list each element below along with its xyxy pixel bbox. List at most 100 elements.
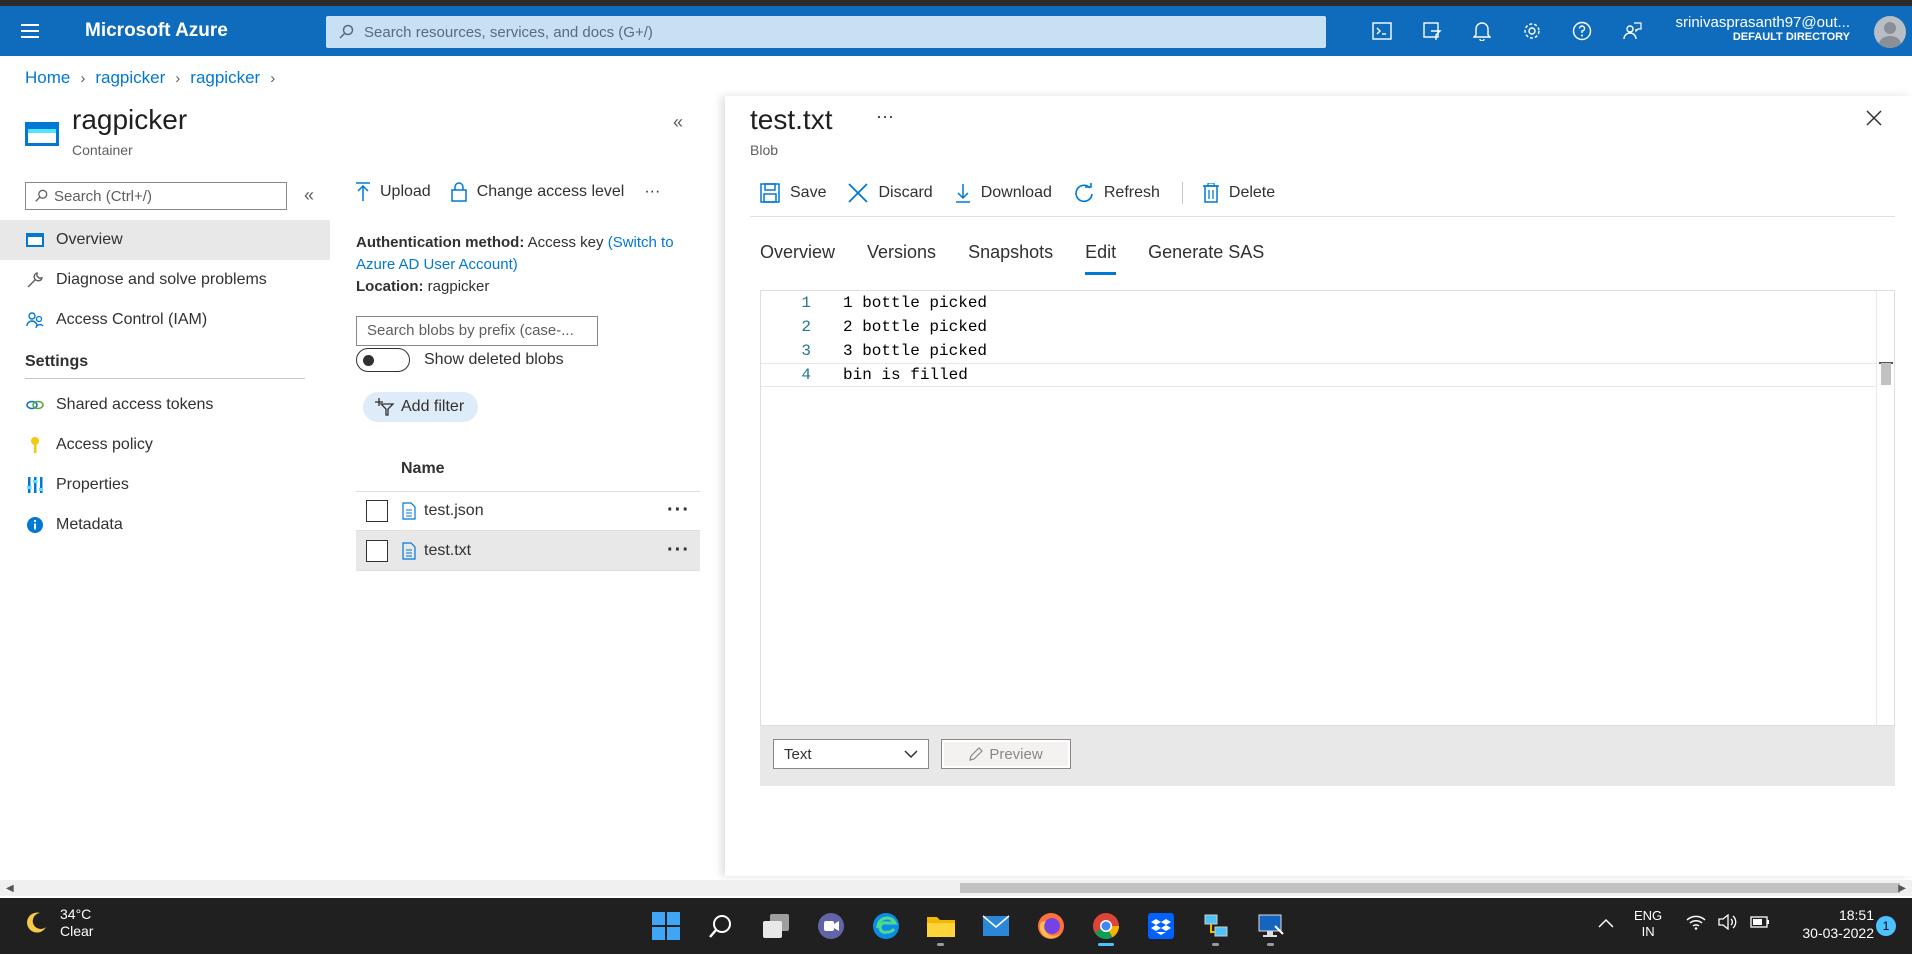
account-info[interactable]: srinivasprasanth97@out... DEFAULT DIRECT… (1676, 14, 1851, 44)
row-more-icon[interactable]: ··· (667, 539, 690, 562)
scrollbar-thumb[interactable] (1881, 363, 1891, 385)
menu-icon[interactable] (0, 6, 60, 56)
properties-icon (24, 474, 46, 496)
row-name[interactable]: test.txt (424, 542, 471, 560)
editor-line: 3 3 bottle picked (761, 339, 1876, 363)
show-deleted-toggle[interactable] (356, 348, 410, 372)
more-commands-button[interactable]: ··· (644, 183, 660, 201)
system-clock[interactable]: 18:51 30-03-2022 (1788, 906, 1874, 942)
firefox-button[interactable] (1023, 906, 1078, 946)
dropbox-icon (1147, 913, 1174, 939)
trash-icon (1202, 183, 1219, 203)
close-icon[interactable] (1866, 110, 1882, 129)
edge-button[interactable] (858, 906, 913, 946)
search-icon (708, 915, 731, 938)
scrollbar-thumb[interactable] (960, 883, 1900, 893)
blob-prefix-search-input[interactable]: Search blobs by prefix (case-... (356, 316, 598, 346)
chevron-up-icon[interactable] (1598, 916, 1614, 931)
help-icon[interactable] (1557, 6, 1607, 56)
editor-text-area[interactable]: 1 1 bottle picked 2 2 bottle picked 3 3 bot… (761, 291, 1876, 725)
file-icon (402, 501, 416, 520)
azure-top-bar: Microsoft Azure Search resources, servic… (0, 6, 1912, 56)
language-select[interactable]: Text (773, 739, 929, 769)
remote-desktop-button[interactable] (1243, 906, 1298, 946)
location-label: Location: (356, 278, 424, 295)
file-explorer-button[interactable] (913, 906, 968, 946)
scroll-right-icon[interactable]: ▶ (1898, 883, 1906, 894)
tab-snapshots[interactable]: Snapshots (968, 242, 1053, 275)
refresh-button[interactable]: Refresh (1074, 183, 1160, 203)
nav-item-label: Shared access tokens (56, 396, 214, 413)
taskbar-apps (638, 906, 1298, 946)
table-row[interactable]: test.json ··· (356, 491, 700, 531)
line-text: 1 bottle picked (843, 294, 988, 312)
notifications-icon[interactable] (1457, 6, 1507, 56)
nav-item-overview[interactable]: Overview (0, 220, 330, 260)
tab-generate-sas[interactable]: Generate SAS (1148, 242, 1264, 275)
nav-item-metadata[interactable]: Metadata (0, 505, 330, 545)
nav-item-iam[interactable]: Access Control (IAM) (0, 300, 330, 340)
row-checkbox[interactable] (366, 499, 388, 522)
blob-more-icon[interactable]: ··· (876, 106, 894, 127)
teams-chat-button[interactable] (803, 906, 858, 946)
network-app-button[interactable] (1188, 906, 1243, 946)
weather-widget[interactable]: 34°C Clear (24, 906, 93, 940)
breadcrumb-storage-account[interactable]: ragpicker (95, 68, 165, 88)
table-row[interactable]: test.txt ··· (356, 531, 700, 571)
edge-browser-icon (872, 913, 899, 939)
column-header-name[interactable]: Name (401, 460, 445, 478)
download-button[interactable]: Download (955, 183, 1052, 203)
brand-title[interactable]: Microsoft Azure (85, 20, 325, 42)
upload-button[interactable]: Upload (356, 182, 431, 202)
dropbox-button[interactable] (1133, 906, 1188, 946)
preview-button[interactable]: Preview (941, 739, 1071, 769)
delete-button[interactable]: Delete (1202, 183, 1276, 203)
add-filter-button[interactable]: Add filter (363, 392, 479, 422)
editor-scrollbar[interactable] (1876, 291, 1894, 725)
discard-button[interactable]: Discard (848, 183, 933, 203)
change-access-level-button[interactable]: Change access level (450, 182, 624, 202)
feedback-icon[interactable] (1607, 6, 1657, 56)
app-running-indicator (1212, 943, 1219, 946)
task-view-button[interactable] (748, 906, 803, 946)
breadcrumb-home[interactable]: Home (25, 68, 70, 88)
chrome-button[interactable] (1078, 906, 1133, 946)
line-number: 4 (801, 366, 811, 384)
tab-edit[interactable]: Edit (1085, 242, 1117, 275)
avatar[interactable] (1874, 16, 1906, 48)
notification-badge[interactable]: 1 (1876, 916, 1896, 936)
tab-versions[interactable]: Versions (867, 242, 936, 275)
delete-label: Delete (1228, 184, 1276, 201)
nav-item-diagnose[interactable]: Diagnose and solve problems (0, 260, 330, 300)
start-button[interactable] (638, 906, 693, 946)
chevron-right-icon: › (175, 69, 181, 87)
battery-icon[interactable] (1750, 916, 1770, 931)
taskbar-search-button[interactable] (693, 906, 748, 946)
tab-overview[interactable]: Overview (760, 242, 835, 275)
row-more-icon[interactable]: ··· (667, 499, 690, 522)
cloud-shell-icon[interactable] (1357, 6, 1407, 56)
nav-item-access-policy[interactable]: Access policy (0, 425, 330, 465)
scroll-left-icon[interactable]: ◀ (6, 883, 14, 894)
auth-method-label: Authentication method: (356, 234, 525, 251)
nav-search-input[interactable]: Search (Ctrl+/) (25, 182, 287, 210)
volume-icon[interactable] (1718, 913, 1738, 933)
mail-button[interactable] (968, 906, 1023, 946)
save-button[interactable]: Save (760, 183, 826, 203)
breadcrumb-container[interactable]: ragpicker (190, 68, 260, 88)
page-horizontal-scrollbar[interactable]: ◀ ▶ (0, 880, 1912, 896)
collapse-menu-icon[interactable]: « (304, 185, 314, 206)
global-search-input[interactable]: Search resources, services, and docs (G+… (326, 16, 1326, 48)
row-checkbox[interactable] (366, 539, 388, 562)
wifi-icon[interactable] (1686, 914, 1706, 933)
lock-icon (450, 182, 467, 202)
nav-item-shared-access-tokens[interactable]: Shared access tokens (0, 385, 330, 425)
settings-icon[interactable] (1507, 6, 1557, 56)
input-language[interactable]: ENG IN (1634, 908, 1662, 939)
code-editor[interactable]: 1 1 bottle picked 2 2 bottle picked 3 3 bot… (760, 290, 1895, 726)
moon-icon (27, 912, 46, 933)
collapse-pane-icon[interactable]: « (673, 112, 683, 133)
row-name[interactable]: test.json (424, 502, 484, 520)
directory-filter-icon[interactable] (1407, 6, 1457, 56)
nav-item-properties[interactable]: Properties (0, 465, 330, 505)
